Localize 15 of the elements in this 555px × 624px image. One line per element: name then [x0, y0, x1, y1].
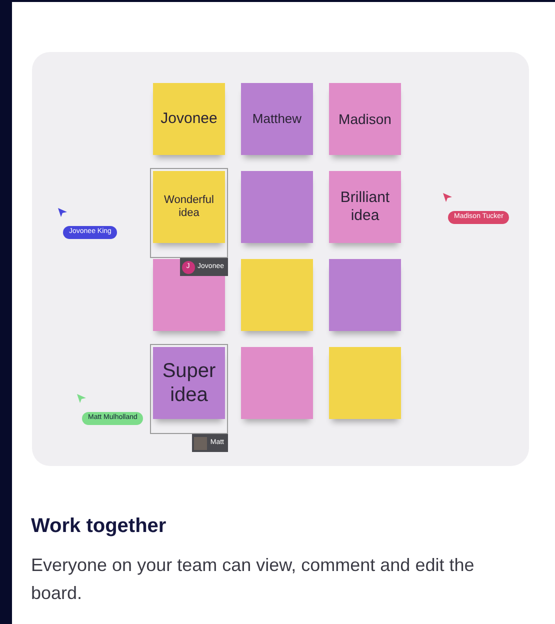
sticky-note[interactable]: Matthew	[241, 83, 313, 155]
sticky-note[interactable]: Super idea	[153, 347, 225, 419]
note-text: Jovonee	[160, 110, 218, 128]
section-title: Work together	[31, 514, 166, 538]
note-text: Super idea	[161, 359, 217, 407]
sticky-note[interactable]: Wonderful idea	[153, 171, 225, 243]
sticky-note[interactable]: Madison	[329, 83, 401, 155]
note-text: Matthew	[252, 111, 302, 127]
sticky-note[interactable]: Brilliant idea	[329, 171, 401, 243]
note-text: Brilliant idea	[339, 189, 391, 225]
sticky-note[interactable]: Jovonee	[153, 83, 225, 155]
photo-placeholder	[194, 436, 208, 450]
section-description: Everyone on your team can view, comment and edit the board.	[31, 554, 476, 605]
note-text: Wonderful idea	[163, 194, 215, 220]
note-text: Madison	[338, 110, 392, 128]
